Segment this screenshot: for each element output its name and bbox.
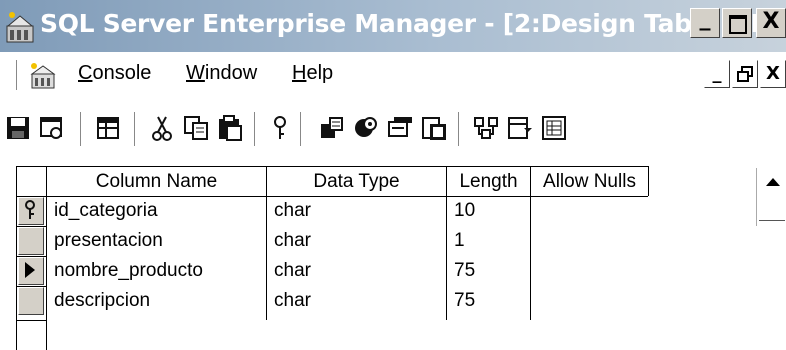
document-minimize-button[interactable]: _ (704, 60, 730, 88)
cell-column-name[interactable]: id_categoria (54, 196, 158, 226)
document-close-button[interactable]: X (760, 60, 786, 88)
menu-help-label: Help (292, 62, 334, 84)
toolbar-separator (458, 112, 460, 146)
scrollbar-divider (759, 220, 785, 221)
title-bar[interactable]: SQL Server Enterprise Manager - [2:Desig… (0, 0, 786, 52)
cut-icon[interactable] (148, 114, 176, 142)
menu-console-label: Console (78, 62, 152, 84)
primary-key-icon (25, 200, 35, 219)
menu-bar: Console Window Help _ X (0, 56, 786, 96)
insert-column-icon[interactable] (472, 114, 500, 142)
minimize-button[interactable]: _ (690, 8, 720, 38)
manage-relationships-icon[interactable] (352, 114, 380, 142)
menu-window-label: Window (186, 62, 258, 84)
cell-length[interactable]: 75 (454, 256, 475, 286)
table-icon[interactable] (94, 114, 122, 142)
cell-data-type[interactable]: char (274, 196, 311, 226)
delete-column-icon[interactable] (506, 114, 534, 142)
column-header-allow-nulls[interactable]: Allow Nulls (531, 168, 648, 198)
vertical-scrollbar[interactable] (756, 168, 786, 226)
toolbar (0, 100, 786, 154)
row-selector[interactable] (18, 287, 44, 315)
restore-icon (737, 66, 753, 82)
menu-console[interactable]: Console (78, 62, 151, 85)
toolbar-separator (254, 112, 256, 146)
menu-grip[interactable] (16, 60, 22, 90)
maximize-icon (729, 15, 747, 34)
manage-indexes-icon[interactable] (318, 114, 346, 142)
grid-divider (16, 320, 46, 321)
cell-column-name[interactable]: nombre_producto (54, 256, 203, 286)
primary-key-icon[interactable] (266, 114, 294, 142)
manage-constraints-icon[interactable] (386, 114, 414, 142)
grid-divider (16, 166, 648, 167)
menu-help[interactable]: Help (292, 62, 333, 85)
save-icon[interactable] (4, 114, 32, 142)
close-button[interactable]: X (756, 8, 786, 38)
cell-column-name[interactable]: descripcion (54, 286, 150, 316)
column-header-name[interactable]: Column Name (47, 168, 266, 198)
column-header-data-type[interactable]: Data Type (267, 168, 446, 198)
cell-data-type[interactable]: char (274, 226, 311, 256)
maximize-button[interactable] (722, 8, 752, 38)
grid-divider (648, 166, 649, 196)
row-selector[interactable] (18, 227, 44, 255)
menu-window[interactable]: Window (186, 62, 257, 85)
toolbar-separator (80, 112, 82, 146)
properties-icon[interactable] (38, 114, 66, 142)
cell-data-type[interactable]: char (274, 256, 311, 286)
toolbar-separator (134, 112, 136, 146)
scroll-up-arrow-icon[interactable] (766, 178, 780, 186)
enterprise-manager-icon (6, 12, 34, 43)
column-header-length[interactable]: Length (447, 168, 530, 198)
document-window-icon[interactable] (26, 60, 58, 92)
row-selector[interactable] (18, 257, 44, 285)
grid-divider (16, 166, 17, 350)
toolbar-separator (300, 112, 302, 146)
generate-sql-icon[interactable] (540, 114, 568, 142)
cell-data-type[interactable]: char (274, 286, 311, 316)
current-row-arrow-icon (25, 262, 35, 278)
cell-column-name[interactable]: presentacion (54, 226, 163, 256)
cell-length[interactable]: 1 (454, 226, 465, 256)
cell-length[interactable]: 10 (454, 196, 475, 226)
window-title: SQL Server Enterprise Manager - [2:Desig… (40, 9, 786, 38)
cell-length[interactable]: 75 (454, 286, 475, 316)
paste-icon[interactable] (216, 114, 244, 142)
manage-triggers-icon[interactable] (420, 114, 448, 142)
copy-icon[interactable] (182, 114, 210, 142)
row-selector[interactable] (18, 197, 44, 225)
document-restore-button[interactable] (732, 60, 758, 88)
